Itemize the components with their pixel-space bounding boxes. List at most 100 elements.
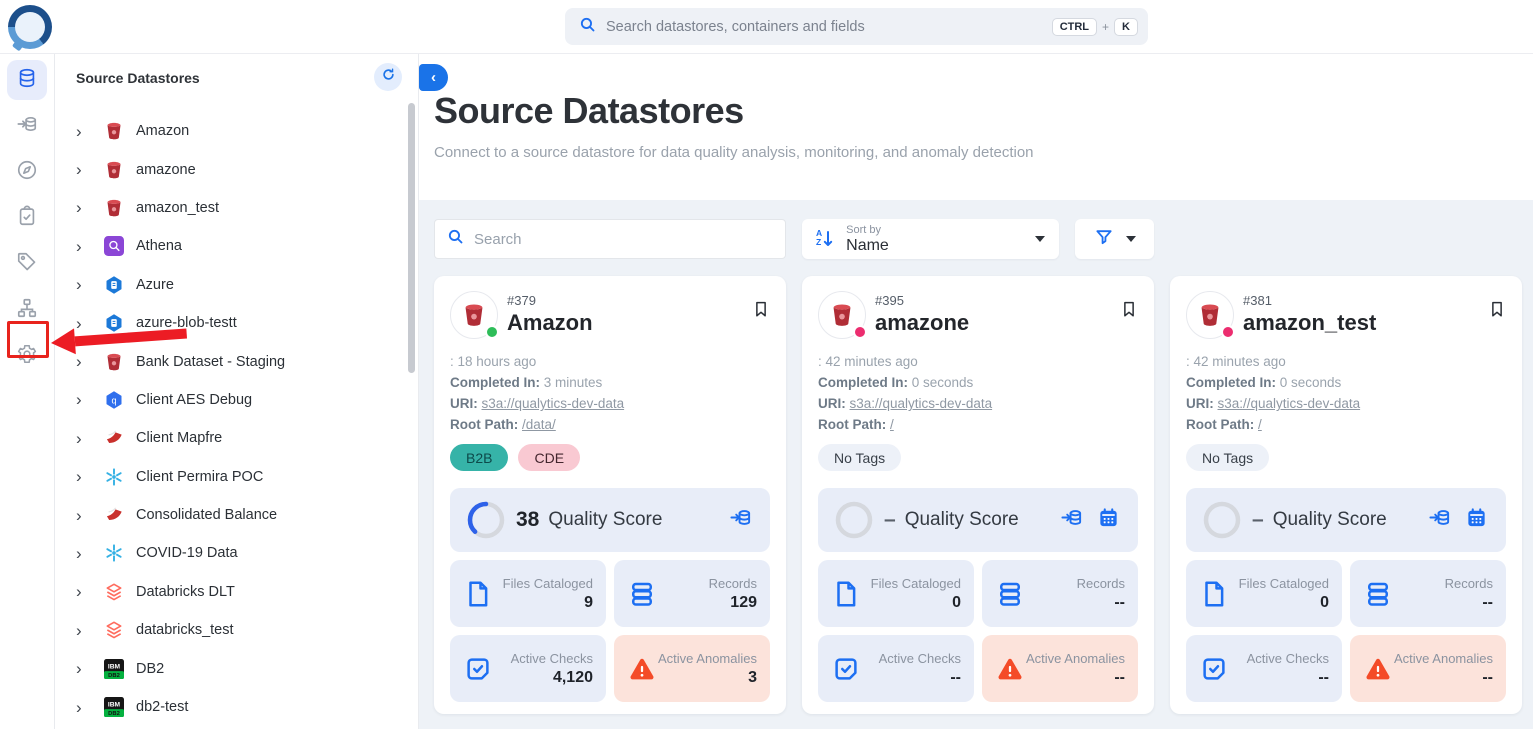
quality-score-value: – <box>884 508 896 532</box>
sidebar-item-tags[interactable] <box>7 244 47 284</box>
chevron-right-icon[interactable]: › <box>76 545 90 562</box>
tag-pill[interactable]: B2B <box>450 444 508 471</box>
datastore-item[interactable]: › Consolidated Balance <box>72 496 390 534</box>
files-cataloged-tile: Files Cataloged9 <box>450 560 606 627</box>
datastore-name[interactable]: Amazon <box>507 310 593 336</box>
datastore-item[interactable]: › amazone <box>72 150 390 188</box>
global-search-placeholder: Search datastores, containers and fields <box>606 19 1052 35</box>
quality-score-value: – <box>1252 508 1264 532</box>
chevron-right-icon[interactable]: › <box>76 430 90 447</box>
datastore-card[interactable]: #379 Amazon : 18 hours ago Completed In:… <box>434 276 786 714</box>
calendar-icon[interactable] <box>1465 506 1488 534</box>
bookmark-icon[interactable] <box>1488 291 1506 324</box>
sqlserver-icon <box>104 428 124 448</box>
calendar-icon[interactable] <box>1097 506 1120 534</box>
datastore-item[interactable]: › Azure <box>72 266 390 304</box>
refresh-button[interactable] <box>374 63 402 91</box>
datastore-name: Consolidated Balance <box>136 507 277 523</box>
shortcut-plus: + <box>1102 20 1109 34</box>
sidebar-item-datastores[interactable] <box>7 60 47 100</box>
panel-scrollbar[interactable] <box>408 103 415 373</box>
datastore-name[interactable]: amazone <box>875 310 969 336</box>
datastore-name[interactable]: amazon_test <box>1243 310 1376 336</box>
bookmark-icon[interactable] <box>752 291 770 324</box>
uri-row: URI: s3a://qualytics-dev-data <box>450 393 770 414</box>
sidebar-item-ingest[interactable] <box>7 106 47 146</box>
scan-datastore-icon[interactable] <box>729 506 752 534</box>
chevron-right-icon[interactable]: › <box>76 123 90 140</box>
chevron-right-icon[interactable]: › <box>76 468 90 485</box>
scan-datastore-icon[interactable] <box>1060 506 1083 534</box>
chevron-right-icon[interactable]: › <box>76 353 90 370</box>
chevron-right-icon[interactable]: › <box>76 622 90 639</box>
chevron-right-icon[interactable]: › <box>76 699 90 716</box>
uri-link[interactable]: s3a://qualytics-dev-data <box>482 396 625 411</box>
chevron-right-icon[interactable]: › <box>76 199 90 216</box>
chevron-right-icon[interactable]: › <box>76 161 90 178</box>
datastore-item[interactable]: › amazon_test <box>72 189 390 227</box>
icon-sidebar <box>0 54 55 729</box>
datastore-name: Client Mapfre <box>136 430 222 446</box>
uri-link[interactable]: s3a://qualytics-dev-data <box>850 396 993 411</box>
file-icon <box>831 579 861 609</box>
compass-icon <box>16 159 38 186</box>
sidebar-item-explore[interactable] <box>7 152 47 192</box>
annotation-highlight-box <box>7 321 49 358</box>
last-run-text: : 42 minutes ago <box>818 351 1138 372</box>
sidebar-item-checks[interactable] <box>7 198 47 238</box>
global-search-input[interactable]: Search datastores, containers and fields… <box>565 8 1148 45</box>
datastore-cards: #379 Amazon : 18 hours ago Completed In:… <box>434 276 1522 714</box>
panel-title: Source Datastores <box>76 70 200 86</box>
chevron-right-icon[interactable]: › <box>76 583 90 600</box>
funnel-icon <box>1094 227 1114 252</box>
chevron-right-icon[interactable]: › <box>76 660 90 677</box>
datastore-item[interactable]: › Athena <box>72 227 390 265</box>
records-tile: Records-- <box>1350 560 1506 627</box>
sort-dropdown[interactable]: AZ Sort by Name <box>802 219 1059 259</box>
datastore-card[interactable]: #381 amazon_test : 42 minutes ago Comple… <box>1170 276 1522 714</box>
tag-pill[interactable]: CDE <box>518 444 580 471</box>
datastore-item[interactable]: › IBMDB2 db2-test <box>72 688 390 726</box>
card-search-input[interactable]: Search <box>434 219 786 259</box>
qualytics-icon: q <box>104 390 124 410</box>
datastore-avatar <box>1186 291 1234 339</box>
quality-score-label: Quality Score <box>905 509 1060 531</box>
chevron-right-icon[interactable]: › <box>76 507 90 524</box>
chevron-right-icon[interactable]: › <box>76 391 90 408</box>
s3-icon <box>104 352 124 372</box>
records-icon <box>1363 579 1393 609</box>
datastore-item[interactable]: › databricks_test <box>72 611 390 649</box>
chevron-right-icon[interactable]: › <box>76 238 90 255</box>
uri-link[interactable]: s3a://qualytics-dev-data <box>1218 396 1361 411</box>
last-run-text: : 42 minutes ago <box>1186 351 1506 372</box>
file-icon <box>463 579 493 609</box>
datastore-item[interactable]: › Databricks DLT <box>72 573 390 611</box>
completed-in-row: Completed In: 3 minutes <box>450 372 770 393</box>
datastore-item[interactable]: › q Client AES Debug <box>72 381 390 419</box>
records-tile: Records129 <box>614 560 770 627</box>
check-note-icon <box>1199 654 1229 684</box>
datastore-item[interactable]: › COVID-19 Data <box>72 534 390 572</box>
datastore-item[interactable]: › Amazon <box>72 112 390 150</box>
chevron-down-icon <box>1126 236 1136 242</box>
root-path-link[interactable]: / <box>890 417 894 432</box>
root-path-link[interactable]: /data/ <box>522 417 556 432</box>
quality-score-label: Quality Score <box>1273 509 1428 531</box>
datastore-item[interactable]: › Client Permira POC <box>72 458 390 496</box>
scan-datastore-icon[interactable] <box>1428 506 1451 534</box>
filter-dropdown[interactable] <box>1075 219 1154 259</box>
app-logo[interactable] <box>8 5 52 49</box>
datastore-avatar <box>818 291 866 339</box>
active-checks-tile: Active Checks-- <box>818 635 974 702</box>
sitemap-icon <box>16 297 38 324</box>
quality-score-value: 38 <box>516 508 539 532</box>
datastore-item[interactable]: › IBMDB2 DB2 <box>72 649 390 687</box>
databricks-icon <box>104 620 124 640</box>
root-path-link[interactable]: / <box>1258 417 1262 432</box>
datastore-card[interactable]: #395 amazone : 42 minutes ago Completed … <box>802 276 1154 714</box>
datastore-item[interactable]: › Client Mapfre <box>72 419 390 457</box>
chevron-right-icon[interactable]: › <box>76 276 90 293</box>
collapse-panel-button[interactable]: ‹ <box>419 64 448 91</box>
bookmark-icon[interactable] <box>1120 291 1138 324</box>
files-cataloged-tile: Files Cataloged0 <box>1186 560 1342 627</box>
